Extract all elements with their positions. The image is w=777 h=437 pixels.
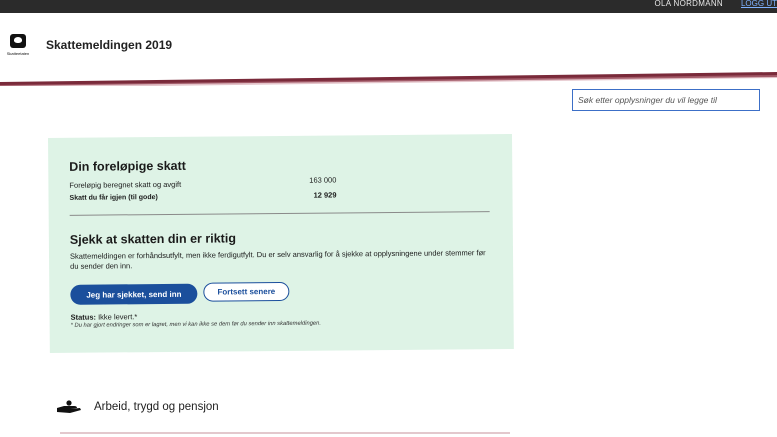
status-label: Status:	[70, 312, 97, 322]
status-note: * Du har gjort endringer som er lagret, …	[70, 320, 322, 329]
estimated-tax-label: Foreløpig beregnet skatt og avgift	[69, 179, 182, 190]
tax-title: Din foreløpige skatt	[69, 158, 186, 174]
logout-link[interactable]: LOGG UT	[741, 0, 777, 8]
refund-value: 12 929	[313, 190, 337, 200]
estimated-tax-value: 163 000	[309, 175, 337, 185]
top-bar: OLA NORDMANN LOGG UT	[0, 0, 777, 13]
status-value: Ikke levert.*	[98, 312, 138, 322]
hand-coin-icon	[57, 400, 81, 413]
user-name: OLA NORDMANN	[654, 0, 723, 8]
logo-icon	[10, 34, 26, 48]
status-line: Status: Ikke levert.*	[71, 312, 138, 322]
skatteetaten-logo[interactable]: Skatteetaten	[6, 34, 30, 62]
continue-later-button[interactable]: Fortsett senere	[203, 281, 290, 302]
tax-summary-card: Din foreløpige skatt Foreløpig beregnet …	[48, 133, 514, 353]
divider	[69, 211, 490, 216]
page-title: Skattemeldingen 2019	[46, 38, 173, 52]
section-underline	[60, 432, 510, 434]
refund-label: Skatt du får igjen (til gode)	[69, 194, 158, 202]
submit-button[interactable]: Jeg har sjekket, send inn	[70, 283, 198, 305]
check-description: Skattemeldingen er forhåndsutfylt, men i…	[69, 248, 486, 271]
check-title: Sjekk at skatten din er riktig	[69, 231, 236, 247]
search-input[interactable]	[572, 89, 760, 111]
section-arbeid-trygd-pensjon[interactable]: Arbeid, trygd og pensjon	[56, 400, 219, 414]
section-label: Arbeid, trygd og pensjon	[94, 401, 219, 413]
logo-wordmark: Skatteetaten	[6, 51, 30, 56]
brand-band	[0, 72, 777, 86]
